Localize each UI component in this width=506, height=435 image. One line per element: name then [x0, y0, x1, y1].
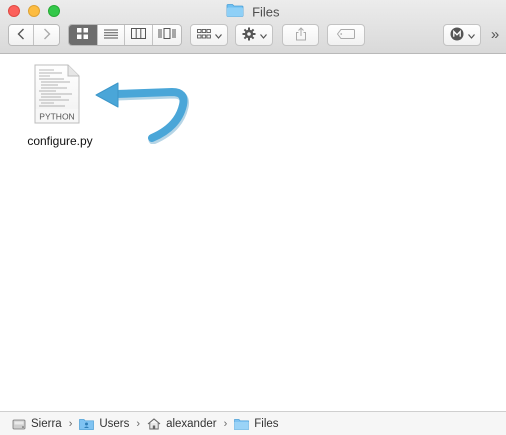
- window-title-text: Files: [252, 4, 280, 20]
- path-item-label: Sierra: [31, 417, 62, 430]
- finder-window: Files » PYTHON configure.py Sierra › Use…: [0, 0, 506, 435]
- arrange-grid-icon: [196, 28, 211, 42]
- path-item-sierra[interactable]: Sierra: [12, 418, 62, 430]
- file-name-label: configure.py: [27, 134, 93, 148]
- chevron-right-icon: [43, 28, 51, 43]
- chevron-right-icon: ›: [223, 417, 228, 430]
- annotation-arrow: [95, 82, 189, 144]
- mega-extension-button[interactable]: [443, 24, 481, 46]
- view-mode-control: [68, 24, 182, 46]
- share-icon: [295, 26, 307, 44]
- gear-icon: [242, 27, 256, 44]
- path-item-alexander[interactable]: alexander: [147, 418, 217, 430]
- arrange-button[interactable]: [190, 24, 228, 46]
- grid-icon: [77, 28, 89, 42]
- path-item-users[interactable]: Users: [79, 418, 129, 430]
- chevron-right-icon: ›: [136, 417, 141, 430]
- path-item-label: Users: [99, 417, 130, 430]
- path-bar: Sierra › Users › alexander › Files: [0, 411, 506, 435]
- columns-icon: [130, 28, 146, 42]
- chevron-down-icon: [467, 28, 475, 42]
- tag-icon: [336, 28, 355, 42]
- chevron-down-icon: [214, 28, 222, 42]
- column-view-button[interactable]: [125, 25, 153, 45]
- chevron-left-icon: [17, 28, 25, 43]
- mega-logo-icon: [450, 27, 464, 44]
- nav-buttons: [8, 24, 60, 46]
- list-icon: [103, 28, 118, 42]
- share-button[interactable]: [282, 24, 319, 46]
- file-item[interactable]: PYTHON configure.py: [20, 62, 100, 152]
- title-bar: Files »: [0, 0, 506, 54]
- path-item-files[interactable]: Files: [234, 417, 279, 430]
- icon-view-button[interactable]: [69, 25, 98, 45]
- path-item-label: alexander: [166, 417, 217, 430]
- chevron-right-icon: ›: [68, 417, 73, 430]
- forward-button[interactable]: [34, 25, 59, 45]
- hard-drive-icon: [12, 418, 26, 430]
- chevron-down-icon: [259, 28, 267, 42]
- list-view-button[interactable]: [97, 25, 126, 45]
- folder-icon: [226, 3, 244, 22]
- path-item-label: Files: [254, 417, 279, 430]
- home-icon: [147, 417, 161, 430]
- file-browser-area[interactable]: PYTHON configure.py: [0, 54, 506, 411]
- tags-button[interactable]: [327, 24, 365, 46]
- back-button[interactable]: [9, 25, 35, 45]
- folder-icon: [234, 418, 250, 430]
- python-file-icon: PYTHON: [34, 64, 80, 124]
- toolbar-overflow-button[interactable]: »: [486, 26, 504, 44]
- window-title: Files: [0, 3, 506, 21]
- cover-flow-view-button[interactable]: [152, 25, 181, 45]
- file-type-label: PYTHON: [39, 112, 74, 122]
- users-folder-icon: [79, 418, 95, 430]
- cover-flow-icon: [158, 28, 176, 42]
- action-menu-button[interactable]: [235, 24, 273, 46]
